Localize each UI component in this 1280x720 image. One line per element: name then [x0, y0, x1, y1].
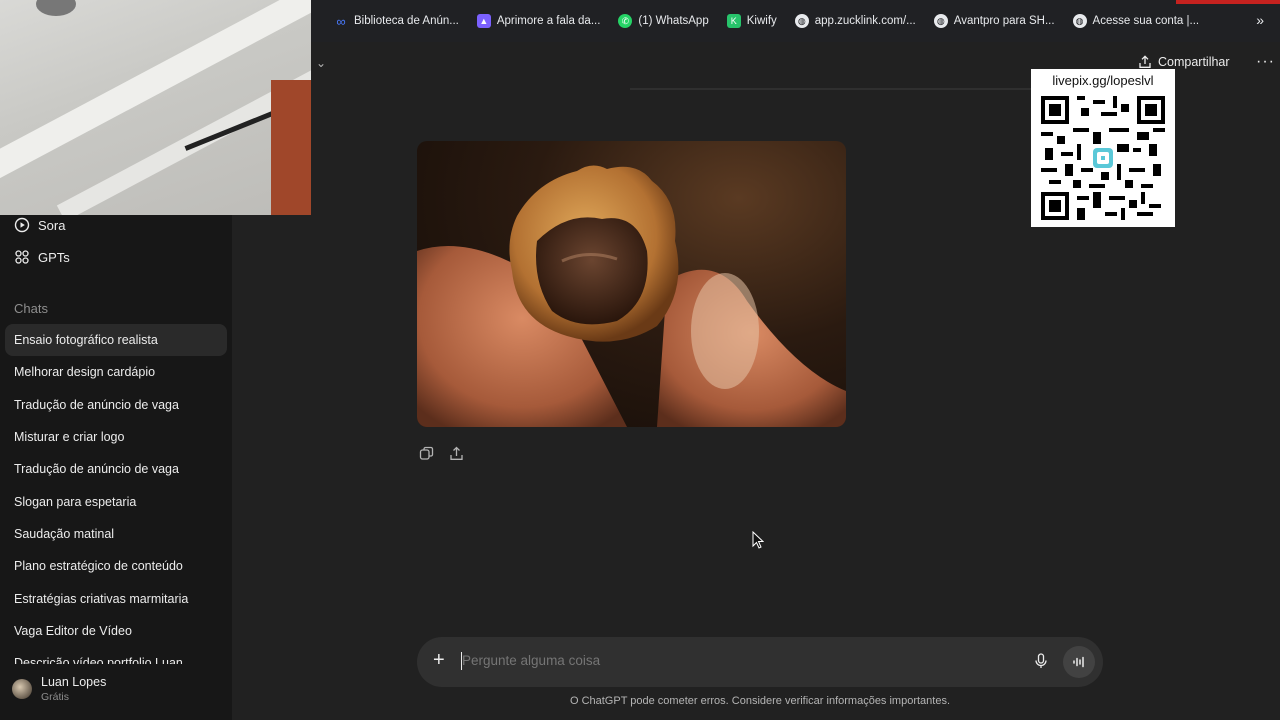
qr-code-icon: [1041, 96, 1165, 220]
chat-item[interactable]: Descrição vídeo portfolio Luan: [5, 647, 227, 664]
user-name: Luan Lopes: [41, 675, 107, 689]
bookmark-whatsapp[interactable]: ✆ (1) WhatsApp: [609, 7, 717, 35]
chat-item[interactable]: Ensaio fotográfico realista: [5, 324, 227, 357]
divider: [630, 88, 1050, 90]
wall-segment: [271, 80, 311, 215]
bookmark-label: app.zucklink.com/...: [814, 15, 916, 27]
bookmark-label: Aprimore a fala da...: [496, 15, 601, 27]
prompt-input[interactable]: [462, 653, 1002, 668]
user-profile[interactable]: Luan Lopes Grátis: [12, 675, 106, 703]
globe-icon: ◍: [933, 14, 948, 28]
chat-item[interactable]: Tradução de anúncio de vaga: [5, 389, 227, 421]
text-caret: [461, 652, 462, 670]
disclaimer: O ChatGPT pode cometer erros. Considere …: [569, 695, 951, 707]
kiwify-icon: K: [726, 14, 741, 28]
mouse-cursor-icon: [752, 531, 764, 549]
bookmark-aprimore[interactable]: ▲ Aprimore a fala da...: [468, 7, 610, 35]
qr-label: livepix.gg/lopeslvl: [1052, 73, 1154, 88]
app-root: ∞ Biblioteca de Anún... ▲ Aprimore a fal…: [0, 0, 1280, 720]
avatar: [12, 679, 32, 699]
sidebar: Sora GPTs Chats Ensaio fotográfico reali…: [0, 215, 232, 720]
meta-icon: ∞: [336, 13, 346, 29]
chat-item[interactable]: Saudação matinal: [5, 518, 227, 550]
bookmark-acesse[interactable]: ◍ Acesse sua conta |...: [1064, 7, 1209, 35]
copy-icon[interactable]: [418, 445, 434, 461]
chat-item[interactable]: Slogan para espetaria: [5, 485, 227, 517]
generated-image-illustration: [417, 165, 846, 427]
chat-item[interactable]: Melhorar design cardápio: [5, 356, 227, 388]
bookmarks-bar: ∞ Biblioteca de Anún... ▲ Aprimore a fal…: [311, 0, 1280, 42]
play-circle-icon: [14, 217, 30, 233]
sidebar-item-label: Sora: [38, 217, 66, 233]
chevron-double-right-icon[interactable]: »: [1256, 12, 1264, 28]
waveform-icon: [1073, 656, 1084, 668]
bookmark-label: Avantpro para SH...: [953, 15, 1055, 27]
more-options-button[interactable]: ···: [1256, 53, 1275, 71]
chevron-down-icon[interactable]: ⌄: [316, 56, 326, 70]
share-label: Compartilhar: [1158, 55, 1230, 69]
bookmark-kiwify[interactable]: K Kiwify: [718, 7, 786, 35]
chats-section-label: Chats: [14, 301, 48, 316]
bookmark-avantpro[interactable]: ◍ Avantpro para SH...: [925, 7, 1064, 35]
chat-item[interactable]: Vaga Editor de Vídeo: [5, 615, 227, 647]
grid-icon: [15, 250, 29, 264]
sidebar-item-sora[interactable]: Sora: [14, 217, 65, 233]
bookmark-label: (1) WhatsApp: [638, 15, 709, 27]
ceiling-light: [36, 0, 76, 16]
message-composer: +: [417, 637, 1103, 687]
bookmark-label: Acesse sua conta |...: [1092, 15, 1200, 27]
globe-icon: ◍: [794, 14, 809, 28]
chat-item[interactable]: Estratégias criativas marmitaria: [5, 582, 227, 614]
whatsapp-icon: ✆: [618, 14, 633, 28]
chat-list: Ensaio fotográfico realista Melhorar des…: [5, 324, 227, 664]
chat-item[interactable]: Plano estratégico de conteúdo: [5, 550, 227, 582]
chat-item[interactable]: Misturar e criar logo: [5, 421, 227, 453]
sidebar-item-label: GPTs: [38, 249, 70, 265]
window-accent-bar: [1176, 0, 1280, 4]
plus-icon[interactable]: +: [433, 650, 445, 670]
share-button[interactable]: Compartilhar: [1138, 55, 1230, 69]
voice-mode-button[interactable]: [1063, 646, 1095, 678]
chat-item[interactable]: Tradução de anúncio de vaga: [5, 453, 227, 485]
globe-icon: ◍: [1072, 14, 1087, 28]
generated-image[interactable]: [417, 141, 846, 427]
bookmark-zucklink[interactable]: ◍ app.zucklink.com/...: [786, 7, 925, 35]
bookmark-meta-ads[interactable]: ∞ Biblioteca de Anún...: [325, 7, 468, 35]
app-icon: ▲: [476, 14, 491, 28]
microphone-icon[interactable]: [1034, 653, 1048, 674]
user-plan: Grátis: [41, 691, 70, 703]
bookmark-label: Biblioteca de Anún...: [354, 15, 459, 27]
share-icon[interactable]: [448, 445, 464, 461]
bookmark-label: Kiwify: [746, 15, 777, 27]
image-actions: [418, 445, 464, 461]
sidebar-item-gpts[interactable]: GPTs: [14, 249, 70, 265]
webcam-overlay: [0, 0, 311, 215]
share-icon: [1139, 55, 1151, 68]
qr-code-overlay: livepix.gg/lopeslvl: [1031, 69, 1175, 227]
